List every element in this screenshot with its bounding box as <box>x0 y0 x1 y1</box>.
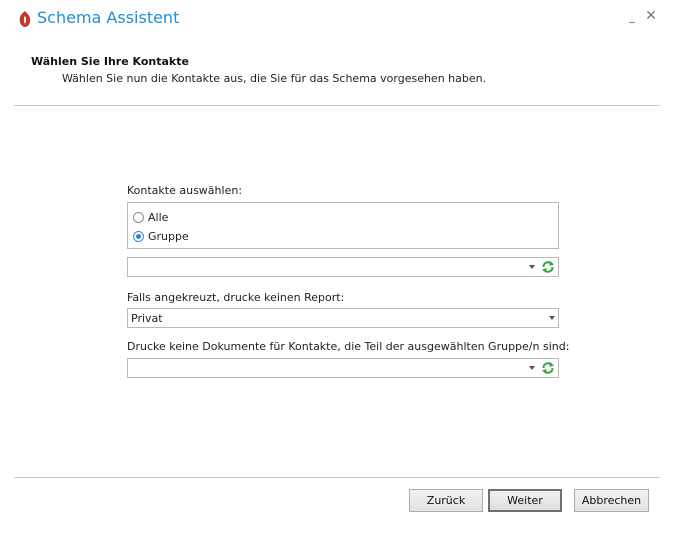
report-select-value: Privat <box>131 312 163 325</box>
chevron-down-icon[interactable] <box>549 316 555 320</box>
footer-divider <box>14 477 660 478</box>
radio-option-all[interactable]: Alle <box>133 209 168 225</box>
cancel-button[interactable]: Abbrechen <box>574 489 649 512</box>
page-subtitle: Wählen Sie nun die Kontakte aus, die Sie… <box>62 72 487 85</box>
refresh-icon[interactable] <box>541 260 555 274</box>
minimize-button[interactable]: _ <box>626 9 638 23</box>
exclude-label: Drucke keine Dokumente für Kontakte, die… <box>127 340 570 353</box>
contacts-label: Kontakte auswählen: <box>127 184 243 197</box>
page-title: Wählen Sie Ihre Kontakte <box>31 55 189 68</box>
radio-group-label: Gruppe <box>148 229 189 243</box>
title-bar: Schema Assistent _ ✕ <box>0 0 675 38</box>
window-title: Schema Assistent <box>37 8 180 27</box>
group-select[interactable] <box>127 257 559 277</box>
header-divider <box>14 105 660 106</box>
refresh-icon[interactable] <box>541 361 555 375</box>
report-select[interactable]: Privat <box>127 308 559 328</box>
back-button[interactable]: Zurück <box>409 489 483 512</box>
next-button[interactable]: Weiter <box>488 489 562 512</box>
radio-option-group[interactable]: Gruppe <box>133 228 189 244</box>
chevron-down-icon[interactable] <box>529 265 535 269</box>
contacts-radio-group <box>127 202 559 249</box>
close-button[interactable]: ✕ <box>644 8 658 24</box>
radio-all-label: Alle <box>148 210 169 224</box>
exclude-select[interactable] <box>127 358 559 378</box>
report-label: Falls angekreuzt, drucke keinen Report: <box>127 291 345 304</box>
chevron-down-icon[interactable] <box>529 366 535 370</box>
radio-group[interactable] <box>133 230 144 242</box>
radio-all[interactable] <box>133 211 144 223</box>
flame-logo-icon <box>19 11 31 27</box>
